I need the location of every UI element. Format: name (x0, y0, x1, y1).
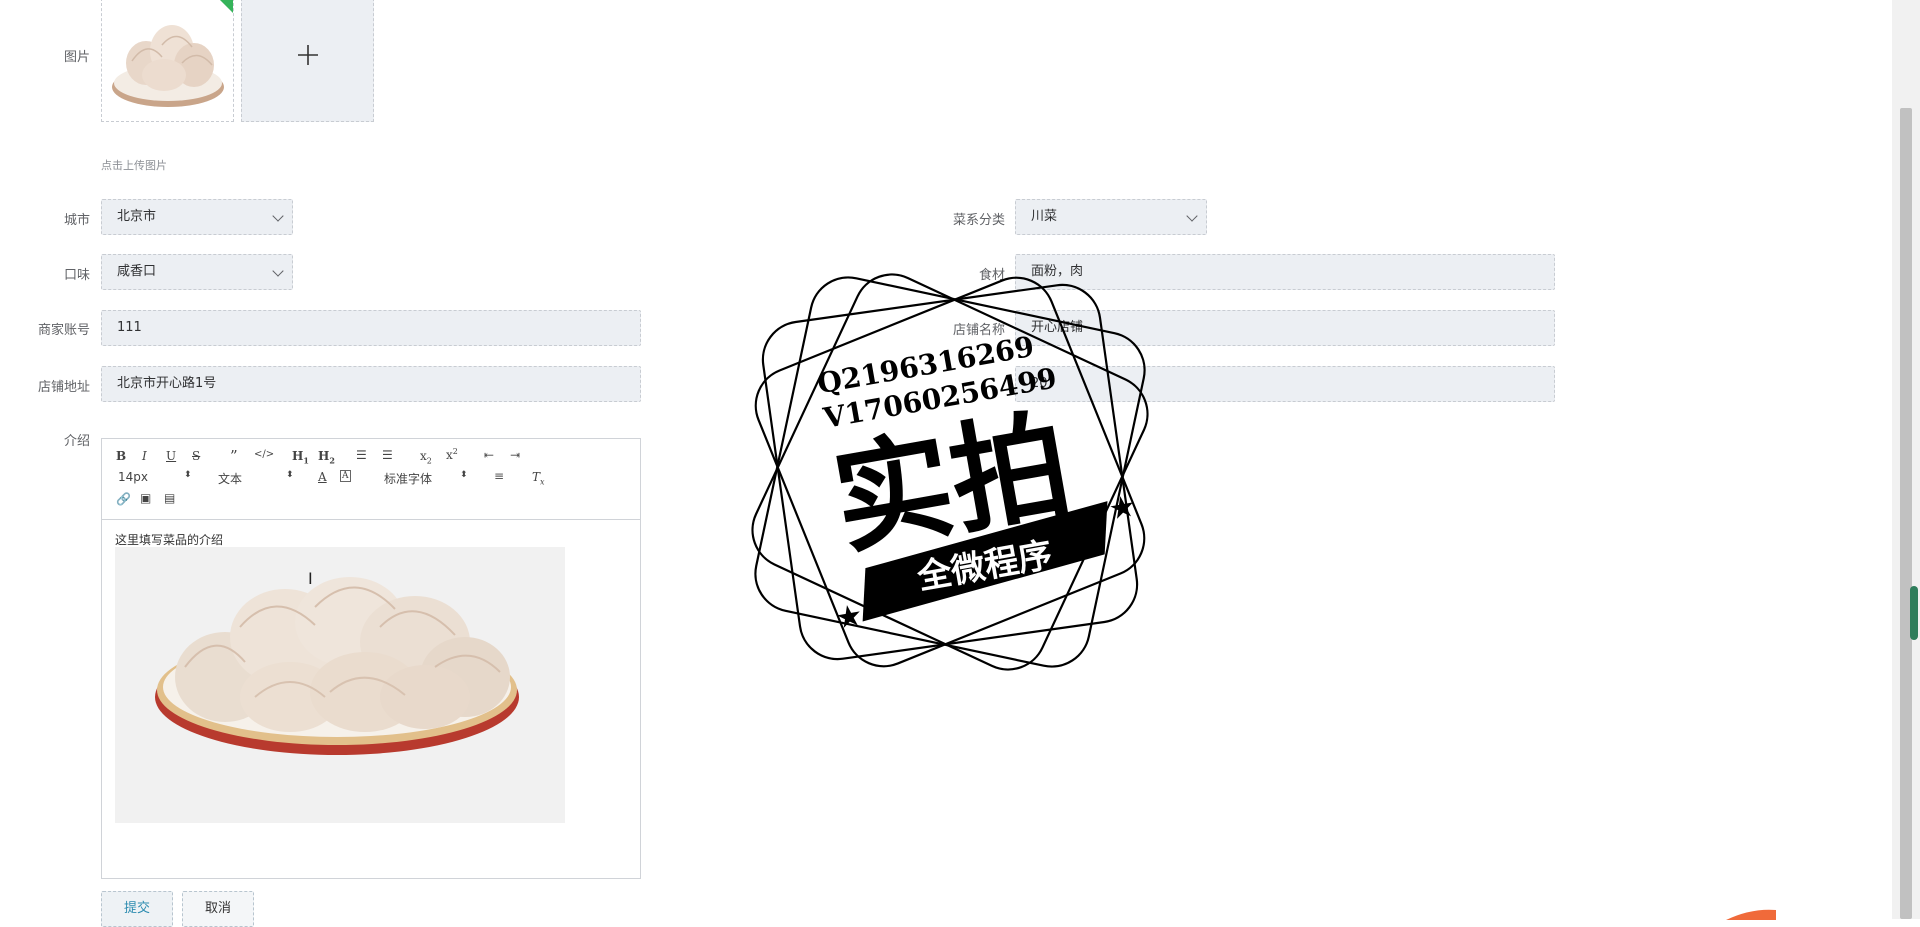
image-label: 图片 (63, 50, 90, 65)
taste-value: 咸香口 (117, 264, 157, 279)
merchant-account-input[interactable]: 111 (101, 310, 641, 346)
image-icon[interactable]: ▣ (140, 491, 151, 505)
taste-select[interactable]: 咸香口 (101, 254, 293, 290)
city-label: 城市 (63, 213, 90, 228)
bold-icon[interactable]: B (116, 449, 126, 463)
merchant-account-label: 商家账号 (37, 323, 90, 338)
subscript-icon[interactable]: x2 (420, 449, 432, 465)
bullet-list-icon[interactable]: ☰ (382, 448, 393, 462)
shop-address-input[interactable]: 北京市开心路1号 (101, 366, 641, 402)
editor-intro-text: 这里填写菜品的介绍 (115, 533, 224, 547)
font-color-icon[interactable]: A (318, 470, 327, 484)
link-icon[interactable]: 🔗 (116, 492, 131, 506)
video-icon[interactable]: ▤ (164, 491, 175, 505)
city-select[interactable]: 北京市 (101, 199, 293, 235)
heading2-icon[interactable]: H2 (318, 449, 335, 465)
floating-widget-corner[interactable] (1726, 904, 1786, 920)
upload-hint: 点击上传图片 (101, 159, 167, 172)
editor-toolbar: B I U S ” </> H1 H2 ☰ ☰ x2 x2 ⇤ ⇥ 14px ⬍… (102, 439, 640, 520)
strikethrough-icon[interactable]: S (192, 449, 200, 463)
chevron-updown-icon: ⬍ (460, 470, 468, 480)
align-icon[interactable]: ≡ (494, 469, 504, 483)
submit-button[interactable]: 提交 (101, 891, 173, 927)
chevron-updown-icon: ⬍ (184, 470, 192, 480)
dumpling-content-image (115, 547, 565, 823)
page-scrollbar-track[interactable] (1892, 0, 1920, 919)
taste-label: 口味 (63, 268, 90, 283)
uploaded-image-thumb[interactable] (101, 0, 234, 122)
cuisine-select[interactable]: 川菜 (1015, 199, 1207, 235)
intro-label: 介绍 (63, 434, 90, 449)
watermark-stamp: Q2196316269 V17060256499 实拍 全微程序 ★ ★ (751, 273, 1149, 671)
page-scrollbar-thumb[interactable] (1900, 108, 1912, 919)
font-family-select[interactable]: 标准字体 (384, 470, 432, 487)
heading1-icon[interactable]: H1 (292, 449, 309, 465)
outdent-icon[interactable]: ⇤ (484, 448, 494, 462)
text-cursor-icon: I (308, 569, 313, 588)
font-size-select[interactable]: 14px (118, 470, 148, 484)
chevron-down-icon (1186, 210, 1198, 222)
star-icon: ★ (1106, 489, 1139, 528)
side-scroll-indicator[interactable] (1910, 586, 1918, 640)
rich-text-editor[interactable]: B I U S ” </> H1 H2 ☰ ☰ x2 x2 ⇤ ⇥ 14px ⬍… (101, 438, 641, 879)
upload-add-button[interactable] (241, 0, 374, 122)
indent-icon[interactable]: ⇥ (510, 448, 520, 462)
cancel-button[interactable]: 取消 (182, 891, 254, 927)
paragraph-select[interactable]: 文本 (218, 470, 242, 487)
shop-address-label: 店铺地址 (37, 380, 90, 395)
cuisine-label: 菜系分类 (952, 213, 1005, 228)
clear-format-icon[interactable]: Tx (532, 470, 545, 486)
chevron-updown-icon: ⬍ (286, 470, 294, 480)
chevron-down-icon (272, 265, 284, 277)
ordered-list-icon[interactable]: ☰ (356, 448, 367, 462)
superscript-icon[interactable]: x2 (446, 447, 458, 462)
background-color-icon[interactable]: A (340, 470, 351, 482)
code-block-icon[interactable]: </> (254, 449, 274, 460)
blockquote-icon[interactable]: ” (230, 447, 238, 465)
italic-icon[interactable]: I (142, 449, 147, 463)
city-value: 北京市 (117, 209, 157, 224)
plus-icon (298, 45, 318, 65)
chevron-down-icon (272, 210, 284, 222)
success-corner-icon (220, 0, 233, 13)
dumpling-thumb-image (112, 25, 224, 107)
underline-icon[interactable]: U (166, 449, 176, 463)
cuisine-value: 川菜 (1031, 209, 1058, 224)
